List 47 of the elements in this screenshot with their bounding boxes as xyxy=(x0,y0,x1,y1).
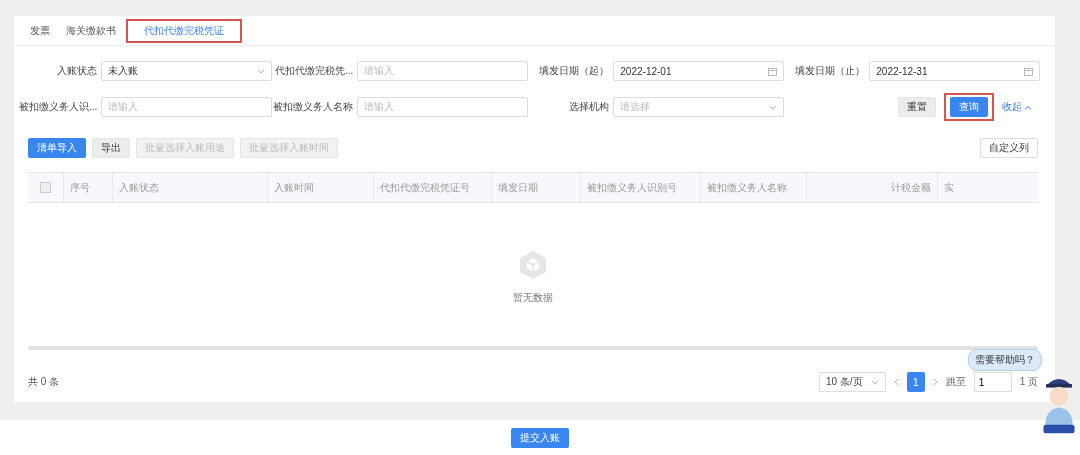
empty-box-icon xyxy=(518,248,548,281)
collapse-link[interactable]: 收起 xyxy=(1002,100,1032,114)
toolbar-button[interactable]: 清单导入 xyxy=(28,138,86,158)
chevron-left-icon[interactable] xyxy=(893,378,899,386)
submit-button[interactable]: 提交入账 xyxy=(511,427,569,448)
column-header: 实 xyxy=(937,173,1038,202)
page-size-select[interactable]: 10 条/页 xyxy=(818,372,886,392)
select-field[interactable]: 未入账 xyxy=(101,61,272,81)
tab[interactable]: 发票 xyxy=(24,18,56,43)
total-count: 共 0 条 xyxy=(28,375,60,389)
field-label: 代扣代缴完税凭... xyxy=(273,64,354,78)
chevron-down-icon xyxy=(870,379,879,385)
date-field[interactable]: 2022-12-31 xyxy=(869,61,1040,81)
chevron-up-icon xyxy=(1024,104,1032,110)
page-count: 1 页 xyxy=(1019,375,1038,389)
field-label: 被扣缴义务人名称 xyxy=(272,100,354,114)
field-label: 选择机构 xyxy=(568,100,610,114)
field-label: 入账状态 xyxy=(56,64,98,78)
column-header: 入账时间 xyxy=(267,173,373,202)
empty-text: 暂无数据 xyxy=(513,290,553,305)
field-label: 填发日期（止） xyxy=(794,64,866,78)
column-header: 填发日期 xyxy=(491,173,580,202)
tab[interactable]: 代扣代缴完税凭证 xyxy=(126,18,242,43)
chevron-down-icon xyxy=(257,68,265,74)
field-label: 被扣缴义务人识... xyxy=(17,100,98,114)
calendar-icon xyxy=(768,66,777,76)
custom-columns-button[interactable]: 自定义列 xyxy=(980,138,1038,158)
tab[interactable]: 海关缴款书 xyxy=(60,18,122,43)
jump-input[interactable]: 1 xyxy=(973,372,1012,392)
chevron-right-icon[interactable] xyxy=(932,378,938,386)
column-header: 入账状态 xyxy=(112,173,267,202)
calendar-icon xyxy=(1024,66,1033,76)
column-header: 被扣缴义务人名称 xyxy=(700,173,806,202)
chevron-down-icon xyxy=(769,104,777,110)
query-button[interactable]: 查询 xyxy=(944,93,994,121)
select-all-checkbox[interactable] xyxy=(40,182,51,193)
page-number[interactable]: 1 xyxy=(906,372,925,392)
column-header: 序号 xyxy=(63,173,112,202)
column-header: 被扣缴义务人识别号 xyxy=(580,173,700,202)
column-header: 计税金额 xyxy=(806,173,937,202)
jump-label: 跳至 xyxy=(945,375,966,389)
date-field[interactable]: 2022-12-01 xyxy=(613,61,784,81)
reset-button[interactable]: 重置 xyxy=(898,97,936,117)
field-label: 填发日期（起） xyxy=(538,64,610,78)
help-tooltip[interactable]: 需要帮助吗？ xyxy=(968,349,1042,371)
toolbar-button[interactable]: 导出 xyxy=(92,138,130,158)
column-header: 代扣代缴完税凭证号 xyxy=(373,173,491,202)
